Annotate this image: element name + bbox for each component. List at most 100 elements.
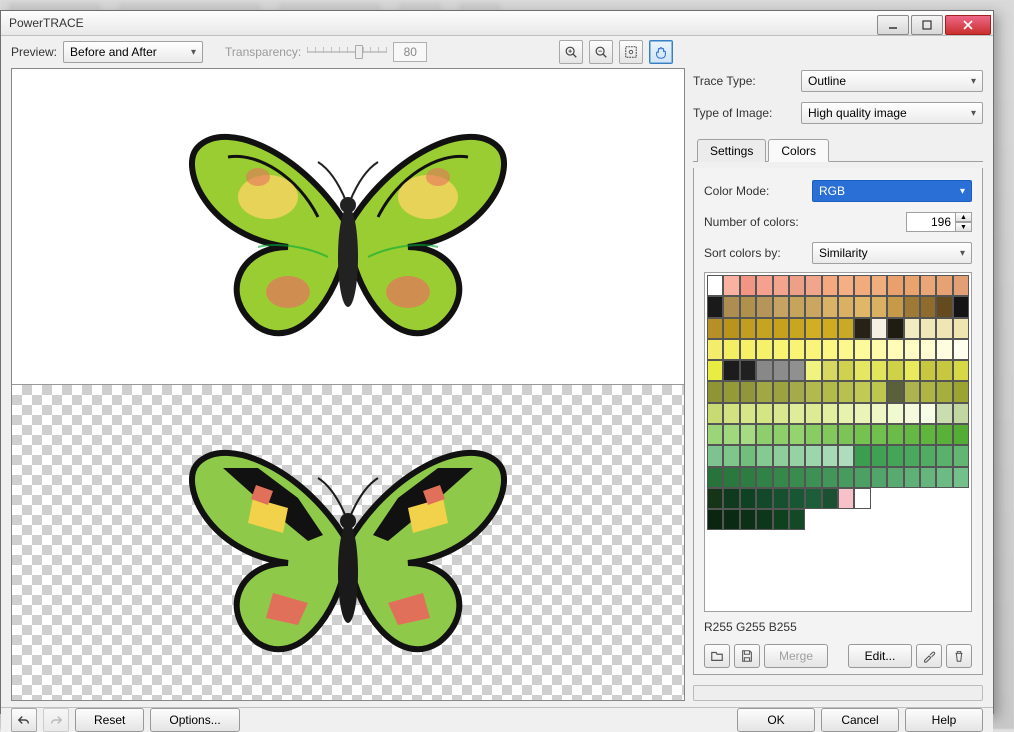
color-swatch[interactable] — [936, 339, 952, 360]
color-swatch[interactable] — [838, 318, 854, 339]
color-swatch[interactable] — [805, 424, 821, 445]
color-swatch[interactable] — [953, 424, 969, 445]
color-swatch[interactable] — [740, 339, 756, 360]
horizontal-scrollbar[interactable] — [693, 685, 983, 701]
color-swatch[interactable] — [822, 275, 838, 296]
open-palette-button[interactable] — [704, 644, 730, 668]
color-swatch[interactable] — [756, 381, 772, 402]
color-swatch[interactable] — [822, 488, 838, 509]
color-swatch[interactable] — [953, 296, 969, 317]
color-swatch[interactable] — [838, 381, 854, 402]
cancel-button[interactable]: Cancel — [821, 708, 899, 732]
maximize-button[interactable] — [911, 15, 943, 35]
color-swatch[interactable] — [740, 381, 756, 402]
color-swatch[interactable] — [789, 360, 805, 381]
color-swatch[interactable] — [920, 467, 936, 488]
color-swatch[interactable] — [871, 381, 887, 402]
color-swatch[interactable] — [920, 339, 936, 360]
color-swatch[interactable] — [723, 445, 739, 466]
color-swatch[interactable] — [773, 381, 789, 402]
color-swatch[interactable] — [789, 467, 805, 488]
color-swatch[interactable] — [936, 296, 952, 317]
color-swatch[interactable] — [936, 318, 952, 339]
color-swatch[interactable] — [723, 424, 739, 445]
color-swatch[interactable] — [854, 467, 870, 488]
color-swatch[interactable] — [707, 318, 723, 339]
color-swatch[interactable] — [920, 360, 936, 381]
color-swatch[interactable] — [756, 360, 772, 381]
color-swatch[interactable] — [789, 318, 805, 339]
color-swatch[interactable] — [707, 339, 723, 360]
color-swatch[interactable] — [789, 509, 805, 530]
color-swatch[interactable] — [936, 381, 952, 402]
color-swatch[interactable] — [953, 403, 969, 424]
color-swatch[interactable] — [822, 360, 838, 381]
color-swatch[interactable] — [756, 275, 772, 296]
color-swatch[interactable] — [871, 296, 887, 317]
color-swatch[interactable] — [789, 445, 805, 466]
color-swatch[interactable] — [953, 318, 969, 339]
color-swatch[interactable] — [707, 296, 723, 317]
color-swatch[interactable] — [723, 509, 739, 530]
color-swatch[interactable] — [822, 467, 838, 488]
before-pane[interactable] — [12, 69, 684, 385]
color-swatch[interactable] — [707, 275, 723, 296]
color-swatch[interactable] — [723, 488, 739, 509]
sort-combo[interactable]: Similarity — [812, 242, 972, 264]
color-swatch[interactable] — [707, 403, 723, 424]
color-swatch[interactable] — [920, 318, 936, 339]
color-swatch[interactable] — [871, 318, 887, 339]
color-swatch[interactable] — [822, 318, 838, 339]
color-swatch[interactable] — [854, 445, 870, 466]
color-swatch[interactable] — [773, 339, 789, 360]
color-swatch[interactable] — [904, 275, 920, 296]
color-swatch[interactable] — [740, 467, 756, 488]
color-swatch[interactable] — [887, 424, 903, 445]
color-swatch[interactable] — [871, 275, 887, 296]
color-swatch[interactable] — [740, 488, 756, 509]
color-swatch[interactable] — [953, 467, 969, 488]
color-swatch[interactable] — [740, 509, 756, 530]
color-swatch[interactable] — [838, 445, 854, 466]
color-swatch[interactable] — [887, 403, 903, 424]
color-swatch[interactable] — [756, 509, 772, 530]
color-swatch[interactable] — [887, 445, 903, 466]
tab-colors[interactable]: Colors — [768, 139, 829, 162]
color-swatch[interactable] — [822, 381, 838, 402]
color-swatch[interactable] — [904, 339, 920, 360]
color-swatch[interactable] — [920, 275, 936, 296]
color-swatch[interactable] — [904, 403, 920, 424]
color-swatch[interactable] — [904, 318, 920, 339]
color-swatch[interactable] — [805, 275, 821, 296]
ok-button[interactable]: OK — [737, 708, 815, 732]
color-swatch[interactable] — [854, 424, 870, 445]
color-swatch[interactable] — [756, 488, 772, 509]
color-swatch[interactable] — [838, 296, 854, 317]
color-swatch[interactable] — [805, 360, 821, 381]
merge-button[interactable]: Merge — [764, 644, 828, 668]
color-swatch[interactable] — [805, 467, 821, 488]
color-swatch[interactable] — [953, 275, 969, 296]
color-swatch[interactable] — [920, 403, 936, 424]
color-swatch[interactable] — [871, 360, 887, 381]
color-swatch[interactable] — [936, 360, 952, 381]
color-swatch[interactable] — [723, 467, 739, 488]
color-swatch[interactable] — [707, 509, 723, 530]
color-swatch[interactable] — [854, 488, 870, 509]
color-swatch[interactable] — [740, 296, 756, 317]
color-swatch[interactable] — [822, 403, 838, 424]
color-swatch[interactable] — [707, 445, 723, 466]
color-swatch[interactable] — [936, 445, 952, 466]
reset-button[interactable]: Reset — [75, 708, 144, 732]
color-swatch[interactable] — [838, 403, 854, 424]
transparency-slider[interactable] — [307, 43, 387, 61]
color-swatch[interactable] — [887, 381, 903, 402]
color-swatch[interactable] — [838, 488, 854, 509]
color-swatch[interactable] — [871, 403, 887, 424]
color-swatch[interactable] — [773, 467, 789, 488]
eyedropper-button[interactable] — [916, 644, 942, 668]
color-swatch[interactable] — [854, 318, 870, 339]
color-swatch[interactable] — [920, 424, 936, 445]
pan-hand-icon[interactable] — [649, 40, 673, 64]
color-swatch[interactable] — [740, 275, 756, 296]
